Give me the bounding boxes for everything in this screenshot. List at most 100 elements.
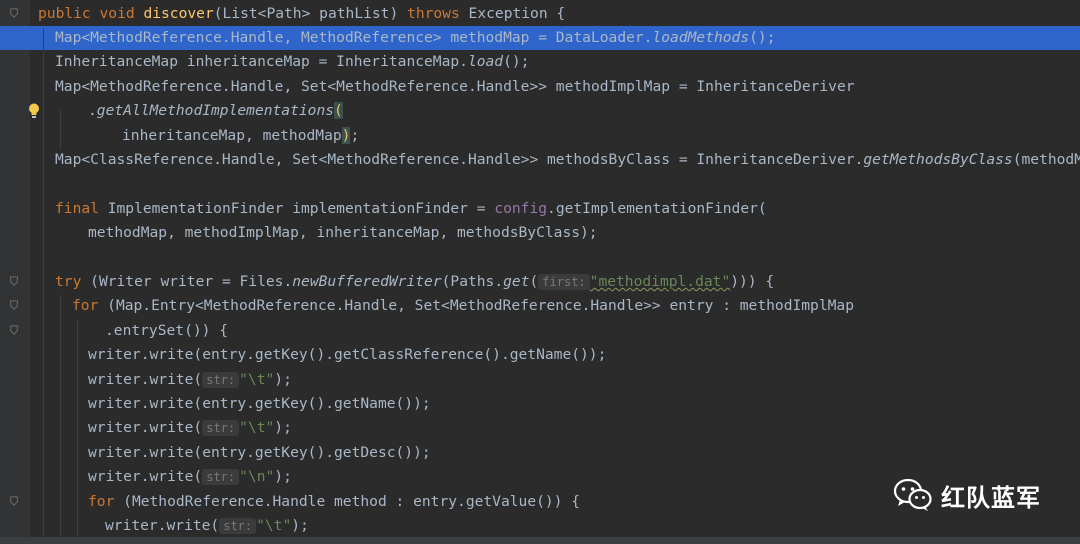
code-token: "\t" xyxy=(239,419,275,437)
code-token: "\n" xyxy=(239,468,275,486)
code-token: InheritanceMap inheritanceMap = Inherita… xyxy=(55,53,468,71)
code-line[interactable]: methodMap, methodImplMap, inheritanceMap… xyxy=(0,221,1080,245)
code-text: writer.write(str: "\t"); xyxy=(88,368,292,392)
wechat-icon xyxy=(893,478,932,511)
code-line-current[interactable]: Map<MethodReference.Handle, MethodRefere… xyxy=(0,25,1080,51)
code-token: newBufferedWriter xyxy=(292,272,442,290)
code-text: final ImplementationFinder implementatio… xyxy=(55,197,767,221)
code-line[interactable]: writer.write(entry.getKey().getClassRefe… xyxy=(0,343,1080,367)
code-line[interactable]: writer.write(str: "\t"); xyxy=(0,368,1080,392)
code-token: discover xyxy=(143,4,214,22)
parameter-hint: str: xyxy=(202,371,240,388)
code-token: throws xyxy=(407,4,469,22)
code-line[interactable]: .getAllMethodImplementations( xyxy=(0,99,1080,123)
code-line[interactable]: writer.write(entry.getKey().getName()); xyxy=(0,392,1080,416)
code-text: Map<MethodReference.Handle, MethodRefere… xyxy=(55,26,775,50)
code-text: .entrySet()) { xyxy=(105,319,228,343)
code-token: (Writer writer = Files. xyxy=(90,272,293,290)
code-token: (Paths. xyxy=(441,272,504,290)
code-token: ); xyxy=(274,419,292,437)
code-line[interactable]: Map<MethodReference.Handle, Set<MethodRe… xyxy=(0,75,1080,99)
code-token: ); xyxy=(274,370,292,388)
code-token: for xyxy=(72,297,108,315)
code-line[interactable]: try (Writer writer = Files.newBufferedWr… xyxy=(0,270,1080,294)
code-token: "\t" xyxy=(239,370,275,388)
parameter-hint: str: xyxy=(202,420,240,437)
code-line[interactable]: public void discover(List<Path> pathList… xyxy=(0,2,1080,26)
code-token: final xyxy=(55,199,108,217)
code-line[interactable]: final ImplementationFinder implementatio… xyxy=(0,197,1080,221)
code-token: (List<Path> pathList) xyxy=(213,4,408,22)
code-token: writer.write( xyxy=(88,468,203,486)
code-token: load xyxy=(467,53,504,71)
code-token: ImplementationFinder implementationFinde… xyxy=(107,199,495,217)
code-token: Map<MethodReference.Handle, MethodRefere… xyxy=(55,28,653,46)
watermark-text: 红队蓝军 xyxy=(941,483,1041,512)
code-line[interactable]: writer.write(str: "\t"); xyxy=(0,514,1080,537)
fold-icon[interactable] xyxy=(9,496,19,506)
code-token: writer.write( xyxy=(105,516,220,534)
code-line[interactable]: Map<ClassReference.Handle, Set<MethodRef… xyxy=(0,148,1080,172)
code-line[interactable] xyxy=(0,246,1080,270)
code-token: writer.write(entry.getKey().getDesc()); xyxy=(88,443,431,461)
code-token: (MethodReference.Handle method : entry.g… xyxy=(123,492,581,510)
code-text: writer.write(entry.getKey().getName()); xyxy=(88,392,431,416)
fold-icon[interactable] xyxy=(9,325,19,335)
code-token: getAllMethodImplementations xyxy=(96,102,335,120)
code-token: "methodimpl.dat" xyxy=(589,272,731,290)
code-token: writer.write(entry.getKey().getClassRefe… xyxy=(88,346,607,364)
horizontal-scrollbar[interactable] xyxy=(0,537,1080,544)
code-text: public void discover(List<Path> pathList… xyxy=(38,2,565,26)
code-line[interactable]: .entrySet()) { xyxy=(0,319,1080,343)
code-text: writer.write(entry.getKey().getDesc()); xyxy=(88,441,431,465)
code-text: InheritanceMap inheritanceMap = Inherita… xyxy=(55,50,529,74)
code-token: .entrySet()) { xyxy=(105,321,229,339)
indent-guide xyxy=(60,295,61,537)
code-token: config xyxy=(494,199,548,217)
code-token: . xyxy=(88,102,97,120)
code-token: "\t" xyxy=(256,516,292,534)
code-editor[interactable]: public void discover(List<Path> pathList… xyxy=(0,0,1080,537)
code-text: methodMap, methodImplMap, inheritanceMap… xyxy=(88,221,598,245)
indent-guide xyxy=(43,28,44,537)
lightbulb-icon[interactable] xyxy=(26,102,42,120)
code-token: ; xyxy=(350,126,360,144)
code-token: public void xyxy=(38,4,144,22)
code-line[interactable] xyxy=(0,172,1080,196)
code-token: (); xyxy=(749,28,776,46)
code-token: ); xyxy=(274,468,292,486)
code-text: writer.write(str: "\t"); xyxy=(105,514,309,537)
code-token: methodMap, methodImplMap, inheritanceMap… xyxy=(88,224,598,242)
fold-icon[interactable] xyxy=(9,8,19,18)
code-token: get xyxy=(503,272,530,290)
code-text: for (Map.Entry<MethodReference.Handle, S… xyxy=(72,294,854,318)
code-text: .getAllMethodImplementations( xyxy=(88,99,343,123)
code-token: ( xyxy=(529,272,539,290)
code-token: ( xyxy=(334,102,343,120)
code-text: writer.write(str: "\t"); xyxy=(88,416,292,440)
code-line[interactable]: writer.write(str: "\t"); xyxy=(0,416,1080,440)
code-text: Map<ClassReference.Handle, Set<MethodRef… xyxy=(55,148,1080,172)
code-token: loadMethods xyxy=(652,28,750,46)
code-token: try xyxy=(55,272,91,290)
fold-icon[interactable] xyxy=(9,276,19,286)
code-token: ); xyxy=(291,516,309,534)
code-line[interactable]: for (Map.Entry<MethodReference.Handle, S… xyxy=(0,294,1080,318)
code-line[interactable]: inheritanceMap, methodMap); xyxy=(0,124,1080,148)
code-token: ))) { xyxy=(730,272,775,290)
code-line[interactable]: writer.write(entry.getKey().getDesc()); xyxy=(0,441,1080,465)
code-token: for xyxy=(88,492,124,510)
code-token: (methodMap); xyxy=(1012,150,1080,168)
code-text: inheritanceMap, methodMap); xyxy=(122,124,359,148)
code-line[interactable]: InheritanceMap inheritanceMap = Inherita… xyxy=(0,50,1080,74)
code-token: .getImplementationFinder( xyxy=(547,199,767,217)
fold-icon[interactable] xyxy=(9,300,19,310)
code-token: Exception { xyxy=(468,4,566,22)
code-token: getMethodsByClass xyxy=(863,150,1013,168)
code-token: Map<ClassReference.Handle, Set<MethodRef… xyxy=(55,150,864,168)
parameter-hint: str: xyxy=(219,517,257,534)
code-text: for (MethodReference.Handle method : ent… xyxy=(88,490,580,514)
code-token: (); xyxy=(503,53,530,71)
code-token: Map<MethodReference.Handle, Set<MethodRe… xyxy=(55,77,855,95)
code-text: writer.write(str: "\n"); xyxy=(88,465,292,489)
